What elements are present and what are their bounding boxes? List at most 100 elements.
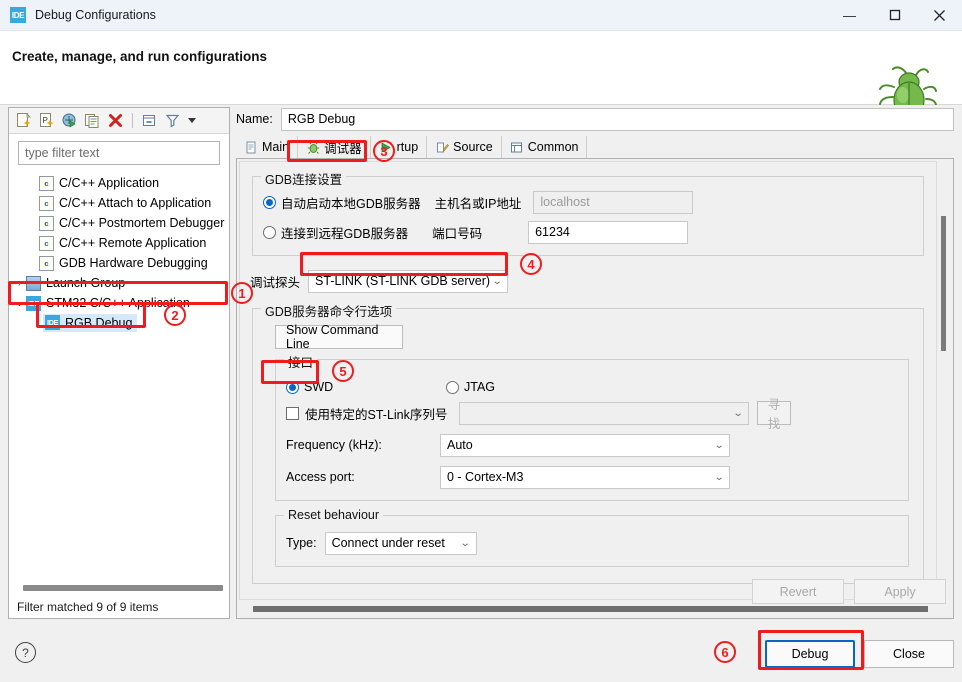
auto-start-radio[interactable] [263,195,276,209]
c-file-icon: c [39,215,54,231]
tab-startup[interactable]: rtup [370,136,428,158]
chevron-down-icon: ⌄ [732,407,744,419]
debug-button[interactable]: Debug [765,640,855,668]
delete-icon[interactable] [106,111,125,130]
banner: Create, manage, and run configurations [0,31,962,122]
new-prototype-icon[interactable]: P [37,111,56,130]
tree-item-label: GDB Hardware Debugging [59,256,208,270]
gdb-connection-group: GDB连接设置 自动启动本地GDB服务器 主机名或IP地址 localhost … [252,169,924,256]
tree-expand-arrow-icon[interactable]: › [13,278,26,288]
close-button[interactable]: Close [864,640,954,668]
host-input[interactable]: localhost [533,190,694,214]
new-configuration-icon[interactable] [14,111,33,130]
tree-item-c-application[interactable]: c C/C++ Application [9,173,229,193]
c-file-icon: c [39,235,54,251]
tab-label: rtup [396,140,419,154]
group-title: Reset behaviour [284,508,384,522]
tree-item-gdb-hardware[interactable]: c GDB Hardware Debugging [9,253,229,273]
access-port-select[interactable]: 0 - Cortex-M3 ⌄ [440,465,730,489]
tree-collapse-arrow-icon[interactable]: ⌄ [13,298,26,309]
collapse-all-icon[interactable] [140,111,159,130]
show-command-line-button[interactable]: Show Command Line [275,323,403,351]
serial-select[interactable]: ⌄ [459,401,749,425]
chevron-down-icon: ⌄ [713,471,725,483]
probe-value: ST-LINK (ST-LINK GDB server) [315,274,491,288]
port-input[interactable]: 61234 [528,220,689,244]
tab-debugger[interactable]: 调试器 [298,136,371,158]
remote-row: 连接到远程GDB服务器 端口号码 61234 [263,219,913,245]
filter-input[interactable]: type filter text [18,141,220,165]
group-title: 接口 [284,352,318,371]
c-file-icon: c [39,195,54,211]
window-controls: — [827,0,962,31]
tree-item-label: C/C++ Remote Application [59,236,207,250]
jtag-label: JTAG [464,380,496,394]
remote-label: 连接到远程GDB服务器 [281,226,409,241]
export-icon[interactable] [60,111,79,130]
c-file-icon: c [39,175,54,191]
apply-button[interactable]: Apply [854,579,946,604]
jtag-option[interactable]: JTAG [446,380,495,394]
probe-select[interactable]: ST-LINK (ST-LINK GDB server) ⌄ [308,269,509,293]
remote-radio[interactable] [263,225,276,239]
content-vertical-scrollbar[interactable] [937,161,951,600]
tab-source[interactable]: Source [427,136,502,158]
name-label: Name: [236,112,273,126]
filter-status-text: Filter matched 9 of 9 items [17,600,159,614]
close-icon[interactable] [917,0,962,31]
help-icon[interactable]: ? [15,642,36,663]
maximize-icon[interactable] [872,0,917,31]
tab-label: Source [453,140,493,154]
main-area: P type filter text c C/C++ Application c… [0,105,962,625]
page-icon [244,140,258,154]
tree-item-label: STM32 C/C++ Application [46,296,190,310]
name-row: Name: RGB Debug [236,107,954,131]
tree-item-c-remote[interactable]: c C/C++ Remote Application [9,233,229,253]
minimize-icon[interactable]: — [827,0,872,31]
jtag-radio[interactable] [446,380,459,394]
filter-icon[interactable] [163,111,182,130]
group-title: GDB连接设置 [261,169,347,188]
tree-item-launch-group[interactable]: › Launch Group [9,273,229,293]
tree-item-stm32-application[interactable]: ⌄ IDE STM32 C/C++ Application [9,293,229,313]
use-specific-serial-checkbox[interactable] [286,406,299,420]
revert-button[interactable]: Revert [752,579,844,604]
serial-checkbox-label: 使用特定的ST-Link序列号 [305,407,448,422]
tree-item-c-attach[interactable]: c C/C++ Attach to Application [9,193,229,213]
ide-icon: IDE [26,295,41,311]
scrollbar-thumb[interactable] [23,585,223,591]
reset-type-value: Connect under reset [331,536,445,550]
auto-start-row: 自动启动本地GDB服务器 主机名或IP地址 localhost [263,189,913,215]
tree-item-rgb-debug[interactable]: IDE RGB Debug [9,313,229,333]
port-value: 61234 [535,225,570,239]
content-horizontal-scrollbar[interactable] [239,602,937,616]
group-title: GDB服务器命令行选项 [261,301,397,320]
scan-button[interactable]: 寻找 [757,398,791,431]
tab-strip: Main 调试器 rtup Source Common [236,136,954,159]
source-icon [435,140,449,154]
debugger-settings: GDB连接设置 自动启动本地GDB服务器 主机名或IP地址 localhost … [239,161,937,600]
frequency-label: Frequency (kHz): [286,438,382,452]
bottom-bar: Revert Apply ? Debug Close [0,579,962,682]
configurations-tree[interactable]: c C/C++ Application c C/C++ Attach to Ap… [9,167,229,581]
scrollbar-thumb[interactable] [253,606,928,612]
frequency-select[interactable]: Auto ⌄ [440,433,730,457]
svg-text:P: P [43,116,48,125]
debug-probe-row: 调试探头 ST-LINK (ST-LINK GDB server) ⌄ [250,268,936,294]
port-label: 端口号码 [432,226,483,241]
interface-group: 接口 SWD JTAG 使用特定的ST-Link序列号 ⌄ 寻找 Frequen… [275,352,909,501]
duplicate-icon[interactable] [83,111,102,130]
tree-horizontal-scrollbar[interactable] [17,581,223,595]
scrollbar-thumb[interactable] [941,216,946,351]
swd-radio[interactable] [286,380,299,394]
filter-placeholder: type filter text [25,146,100,160]
c-file-icon: c [39,255,54,271]
reset-type-select[interactable]: Connect under reset ⌄ [324,531,477,555]
tab-main[interactable]: Main [236,136,299,158]
name-input[interactable]: RGB Debug [280,107,954,131]
debug-label: Debug [791,647,829,661]
swd-option[interactable]: SWD [286,380,446,394]
tree-item-c-postmortem[interactable]: c C/C++ Postmortem Debugger [9,213,229,233]
tab-common[interactable]: Common [501,136,588,158]
view-menu-caret-icon[interactable] [188,118,196,123]
